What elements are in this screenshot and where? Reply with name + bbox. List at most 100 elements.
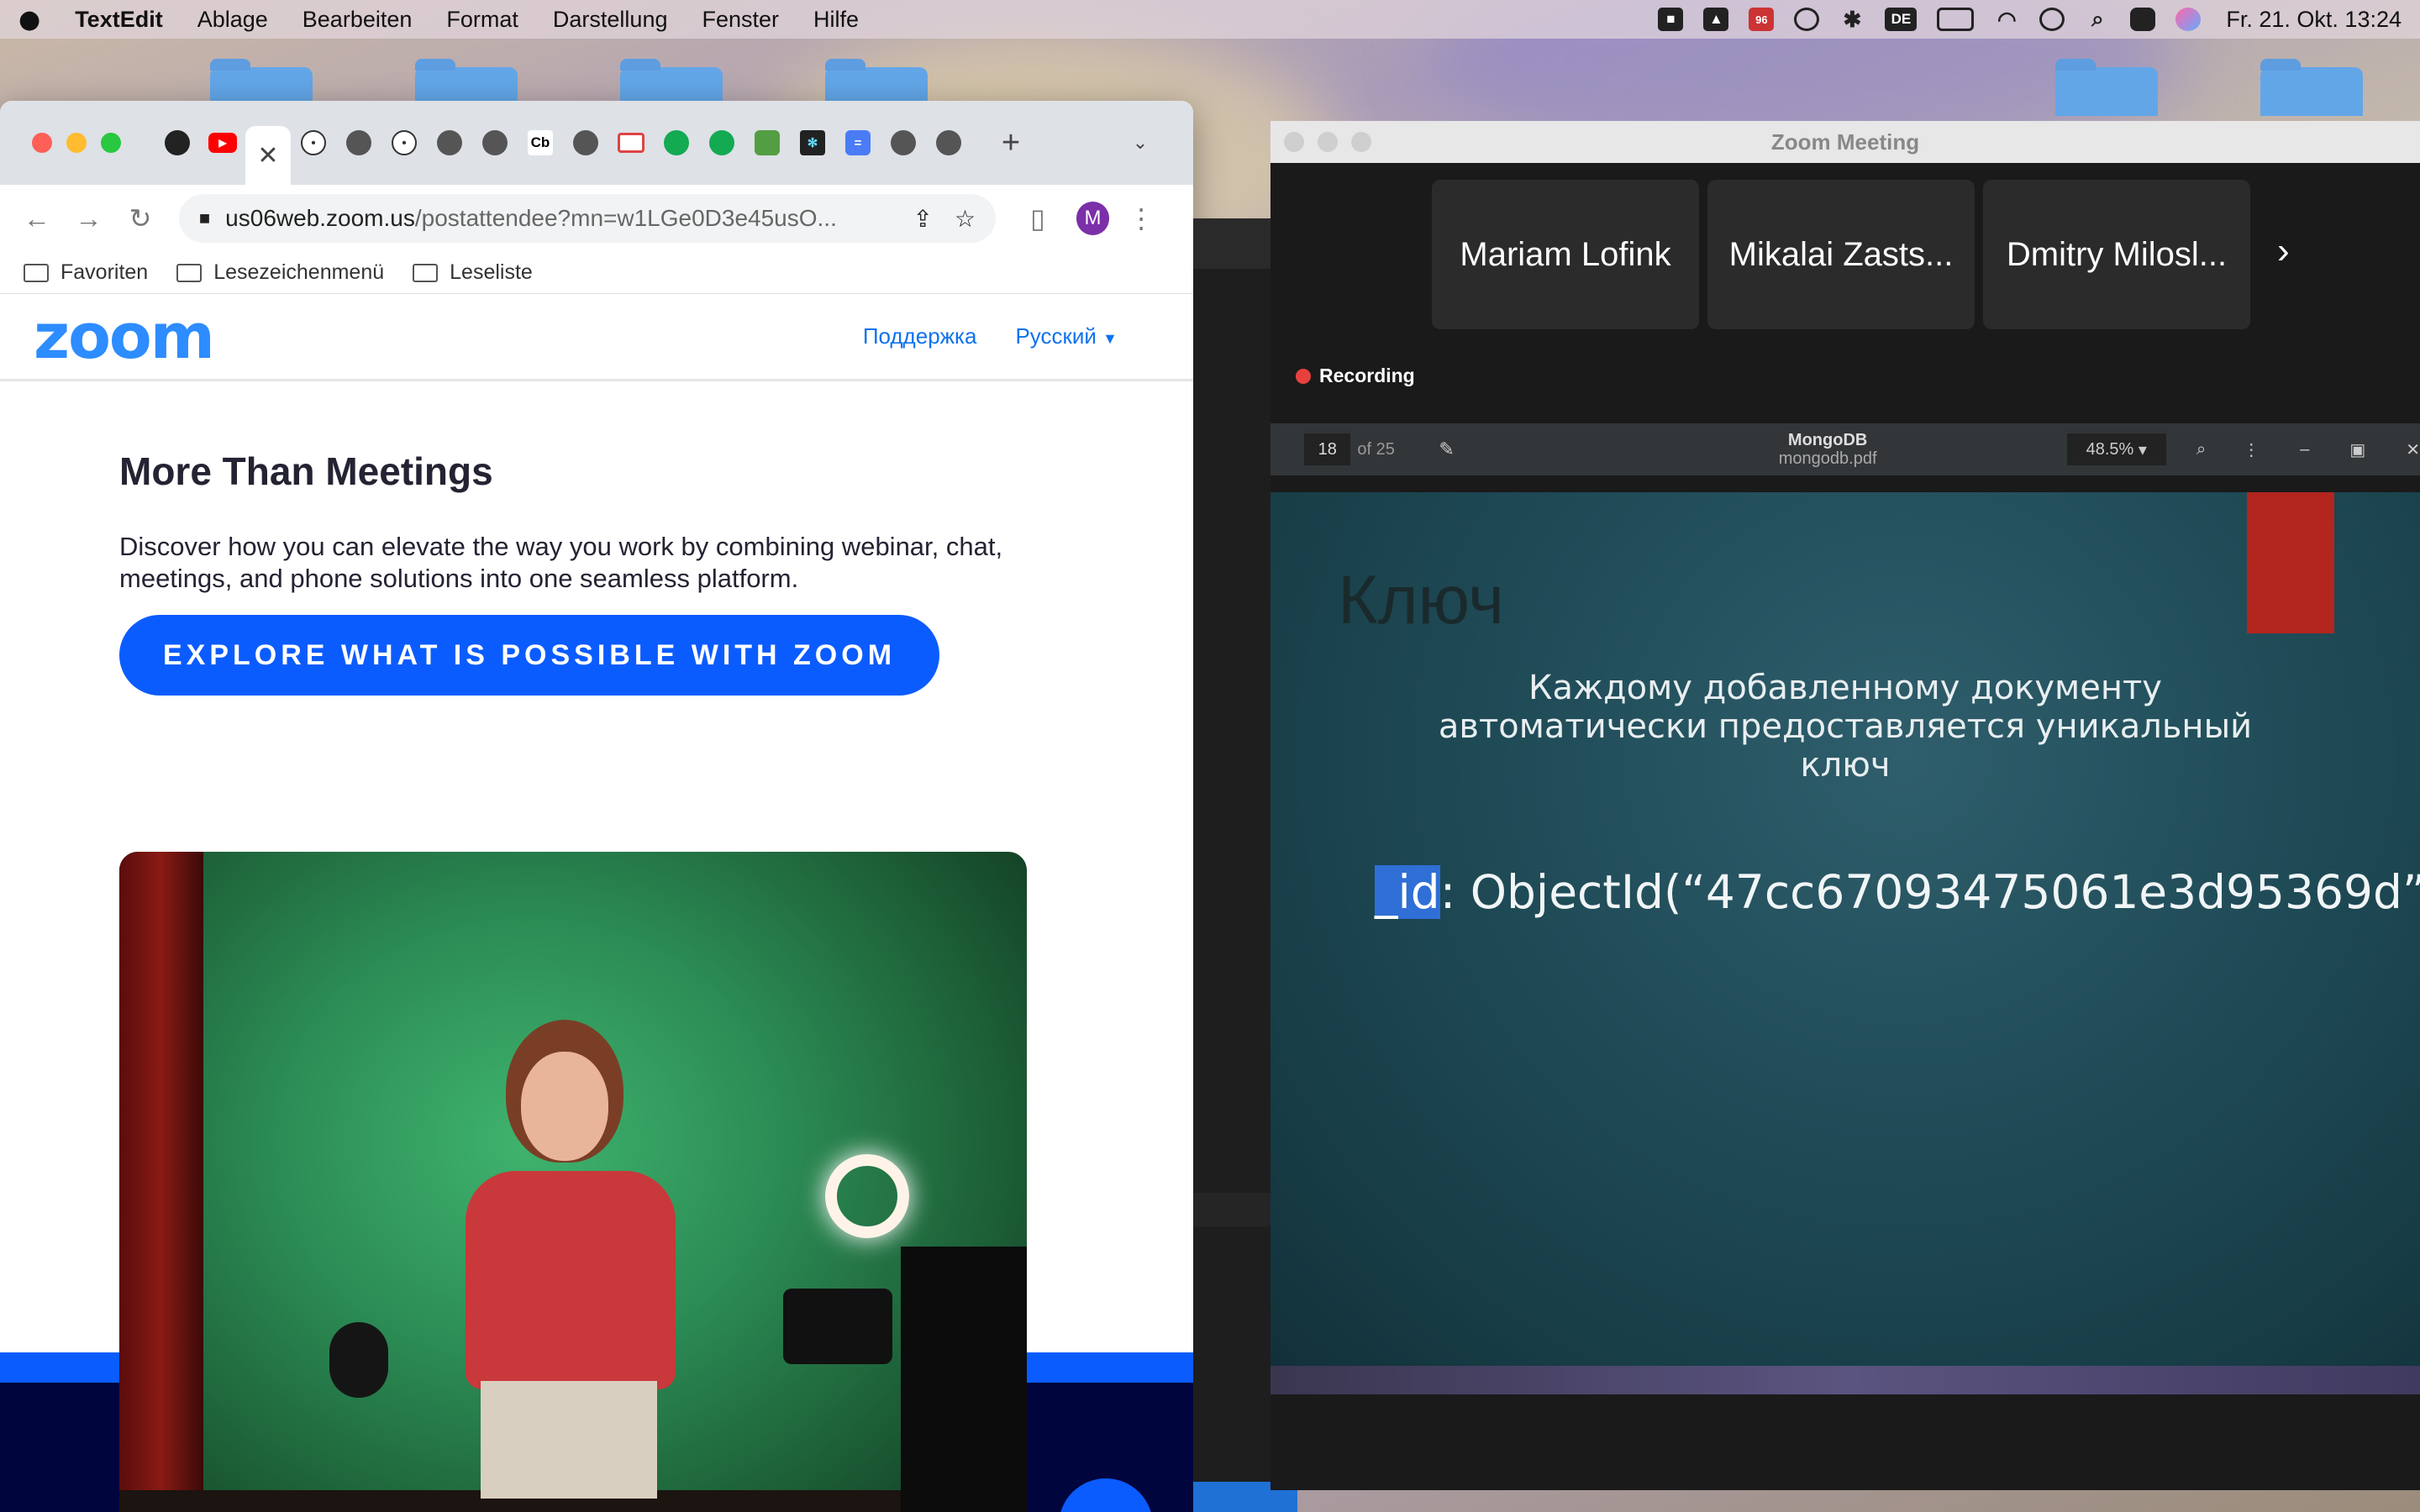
menu-bearbeiten[interactable]: Bearbeiten bbox=[302, 7, 413, 33]
menubar-clock[interactable]: Fr. 21. Okt. 13:24 bbox=[2226, 7, 2402, 33]
siri-icon[interactable] bbox=[2175, 8, 2202, 31]
menu-darstellung[interactable]: Darstellung bbox=[553, 7, 668, 33]
tab-site[interactable]: = bbox=[835, 120, 881, 165]
page-title: More Than Meetings bbox=[119, 449, 493, 493]
tab-gmail[interactable] bbox=[608, 120, 654, 165]
tab-site[interactable]: ✻ bbox=[790, 120, 835, 165]
control-center-icon[interactable] bbox=[2130, 8, 2156, 31]
slide-accent-bar bbox=[2247, 492, 2334, 633]
back-button[interactable]: ← bbox=[18, 200, 55, 237]
wifi-icon[interactable]: ◠ bbox=[1994, 7, 2019, 32]
participant-tile[interactable]: Mikalai Zasts... bbox=[1707, 180, 1975, 329]
selected-text[interactable]: _id bbox=[1375, 865, 1440, 919]
side-panel-icon[interactable]: ▯ bbox=[1019, 200, 1056, 237]
profile-avatar[interactable]: M bbox=[1076, 202, 1110, 235]
tab-site[interactable] bbox=[472, 120, 518, 165]
menu-format[interactable]: Format bbox=[446, 7, 518, 33]
zoom-window-button[interactable] bbox=[101, 133, 121, 153]
support-link[interactable]: Поддержка bbox=[863, 323, 977, 349]
participant-name: Mariam Lofink bbox=[1460, 235, 1671, 273]
chrome-icon bbox=[891, 130, 916, 155]
participant-name: Dmitry Milosl... bbox=[2006, 235, 2228, 273]
share-icon[interactable]: ⇪ bbox=[913, 205, 932, 233]
url-path: /postattendee?mn=w1LGe0D3e45usO... bbox=[414, 205, 837, 231]
recording-label: Recording bbox=[1319, 365, 1415, 386]
bookmark-leseliste[interactable]: Leseliste bbox=[413, 260, 533, 285]
bookmark-favoriten[interactable]: Favoriten bbox=[24, 260, 148, 285]
tab-site[interactable]: • bbox=[291, 120, 336, 165]
spotlight-search-icon[interactable]: ⌕ bbox=[2085, 6, 2110, 31]
tab-site[interactable] bbox=[427, 120, 472, 165]
user-icon[interactable] bbox=[2039, 8, 2065, 31]
reload-button[interactable]: ↻ bbox=[122, 200, 159, 237]
minimize-icon[interactable]: – bbox=[2300, 440, 2309, 459]
zoom-status-icon[interactable]: ■ bbox=[1658, 8, 1684, 31]
tab-site[interactable] bbox=[563, 120, 608, 165]
mongodb-icon bbox=[709, 130, 734, 155]
tab-search-button[interactable]: ⌄ bbox=[1118, 120, 1163, 165]
battery-icon[interactable] bbox=[1937, 8, 1975, 31]
tab-site[interactable] bbox=[926, 120, 971, 165]
pdf-search-icon[interactable]: ⌕ bbox=[2196, 440, 2206, 459]
menu-fenster[interactable]: Fenster bbox=[702, 7, 779, 33]
editor-panel-bar bbox=[1193, 1193, 1270, 1226]
bluetooth-icon[interactable]: ✱ bbox=[1839, 7, 1865, 32]
zoom-logo[interactable]: zoom bbox=[34, 301, 215, 373]
slide-title: Ключ bbox=[1338, 562, 1505, 638]
participant-tile[interactable]: Mariam Lofink bbox=[1432, 180, 1699, 329]
tab-youtube[interactable]: ▶ bbox=[200, 120, 245, 165]
desktop-folder[interactable] bbox=[2260, 59, 2363, 116]
drive-status-icon[interactable]: ▲ bbox=[1703, 8, 1729, 31]
youtube-icon: ▶ bbox=[208, 133, 237, 153]
tab-zoom-active[interactable]: ✕ bbox=[245, 126, 291, 185]
apple-menu-icon[interactable]: ● bbox=[18, 5, 40, 34]
close-window-button[interactable] bbox=[1284, 132, 1304, 152]
camera bbox=[783, 1289, 892, 1364]
tab-site[interactable] bbox=[336, 120, 381, 165]
restore-icon[interactable]: ▣ bbox=[2349, 439, 2365, 460]
bookmark-label: Lesezeichenmenü bbox=[213, 260, 385, 284]
folder-icon bbox=[24, 263, 49, 282]
minimize-window-button[interactable] bbox=[66, 133, 87, 153]
menu-app-name[interactable]: TextEdit bbox=[75, 7, 163, 33]
desktop-folder[interactable] bbox=[2055, 59, 2158, 116]
forward-button[interactable]: → bbox=[71, 200, 108, 237]
menu-kebab-icon[interactable]: ⋮ bbox=[1123, 200, 1160, 237]
play-status-icon[interactable] bbox=[1794, 8, 1820, 31]
notification-badge-icon[interactable]: 96 bbox=[1749, 8, 1775, 31]
tab-site[interactable]: Cb bbox=[518, 120, 563, 165]
new-tab-button[interactable]: + bbox=[988, 120, 1034, 165]
page-number-input[interactable]: 18 bbox=[1304, 433, 1351, 465]
close-tab-icon[interactable]: ✕ bbox=[257, 141, 278, 171]
tab-site[interactable] bbox=[654, 120, 699, 165]
tab-site[interactable]: • bbox=[381, 120, 427, 165]
code-editor-window bbox=[1193, 218, 1270, 1512]
minimize-window-button[interactable] bbox=[1318, 132, 1338, 152]
mongodb-icon bbox=[664, 130, 689, 155]
pencil-icon[interactable]: ✎ bbox=[1439, 438, 1454, 460]
explore-button[interactable]: EXPLORE WHAT IS POSSIBLE WITH ZOOM bbox=[119, 615, 939, 696]
language-select[interactable]: Русский ▼ bbox=[1015, 323, 1118, 349]
tab-site[interactable] bbox=[699, 120, 744, 165]
editor-toolbar bbox=[1193, 218, 1270, 269]
menu-hilfe[interactable]: Hilfe bbox=[813, 7, 859, 33]
zoom-window-button[interactable] bbox=[1351, 132, 1371, 152]
address-bar[interactable]: ■ us06web.zoom.us/postattendee?mn=w1LGe0… bbox=[178, 194, 997, 243]
bookmark-lesezeichenmenu[interactable]: Lesezeichenmenü bbox=[176, 260, 384, 285]
globe-icon bbox=[482, 130, 508, 155]
close-window-button[interactable] bbox=[32, 133, 52, 153]
tab-site[interactable] bbox=[881, 120, 926, 165]
recording-indicator: Recording bbox=[1296, 365, 1415, 387]
input-source-icon[interactable]: DE bbox=[1885, 8, 1918, 31]
pdf-menu-icon[interactable]: ⋮ bbox=[2243, 439, 2260, 460]
pdf-title-block: MongoDB mongodb.pdf bbox=[1779, 431, 1877, 468]
tab-site[interactable] bbox=[744, 120, 790, 165]
menu-ablage[interactable]: Ablage bbox=[197, 7, 268, 33]
participant-tile[interactable]: Dmitry Milosl... bbox=[1983, 180, 2250, 329]
bookmark-star-icon[interactable]: ☆ bbox=[955, 205, 976, 233]
close-icon[interactable]: ✕ bbox=[2406, 439, 2420, 460]
next-participants-chevron-icon[interactable]: › bbox=[2277, 230, 2290, 272]
tab-github[interactable] bbox=[155, 120, 200, 165]
robot-icon: • bbox=[301, 130, 326, 155]
zoom-level-select[interactable]: 48.5% ▾ bbox=[2066, 433, 2166, 465]
